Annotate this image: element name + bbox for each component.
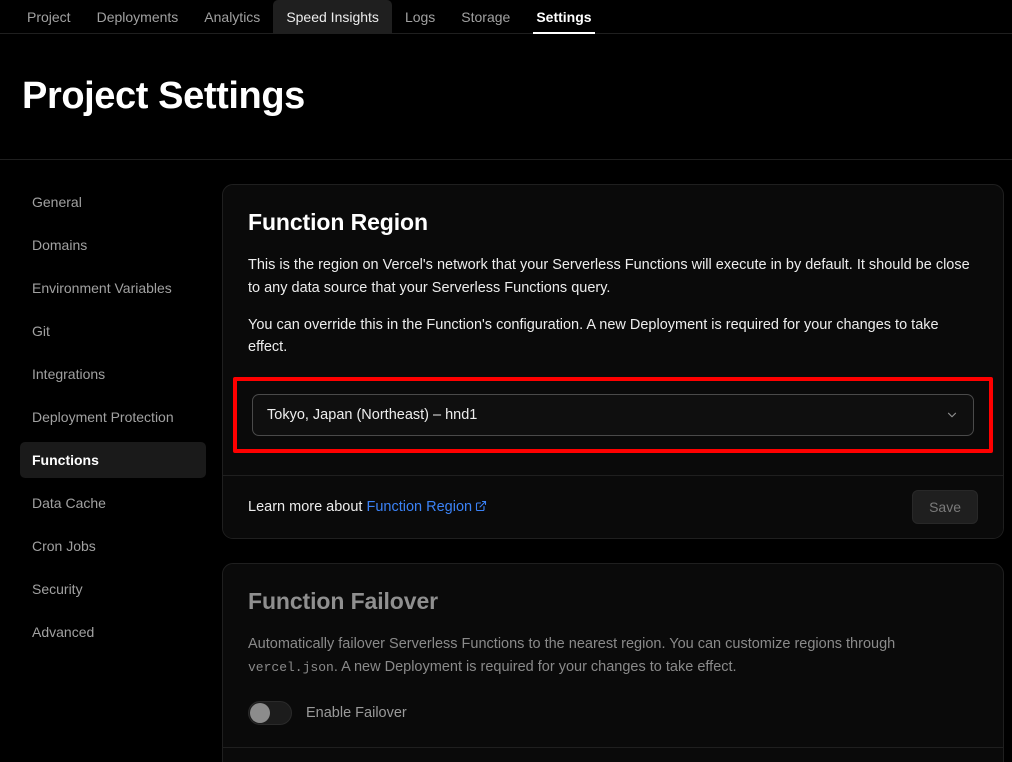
function-region-select-value: Tokyo, Japan (Northeast) – hnd1 [267,407,477,423]
nav-tab-label: Logs [405,9,435,25]
sidebar-item-label: Functions [32,452,99,468]
nav-tab-storage[interactable]: Storage [448,0,523,34]
settings-content: Function Region This is the region on Ve… [222,184,1012,762]
nav-tab-analytics[interactable]: Analytics [191,0,273,34]
enable-failover-label: Enable Failover [306,705,407,721]
sidebar-item-label: Cron Jobs [32,538,96,554]
function-region-doc-link[interactable]: Function Region [367,499,473,515]
sidebar-item-label: Advanced [32,624,94,640]
top-navigation-bar: Project Deployments Analytics Speed Insi… [0,0,1012,34]
sidebar-item-environment-variables[interactable]: Environment Variables [20,270,206,306]
nav-tab-label: Speed Insights [286,9,379,25]
function-region-description-1: This is the region on Vercel's network t… [248,254,978,300]
save-button[interactable]: Save [912,490,978,524]
page-title: Project Settings [22,75,305,118]
enable-failover-toggle[interactable] [248,701,292,725]
function-region-description-2: You can override this in the Function's … [248,314,978,360]
sidebar-item-label: General [32,194,82,210]
sidebar-item-label: Security [32,581,83,597]
nav-tab-speed-insights[interactable]: Speed Insights [273,0,392,34]
nav-tab-label: Analytics [204,9,260,25]
sidebar-item-cron-jobs[interactable]: Cron Jobs [20,528,206,564]
vercel-json-code: vercel.json [248,660,334,675]
nav-tab-label: Project [27,9,71,25]
settings-sidebar: General Domains Environment Variables Gi… [0,184,222,762]
page-header: Project Settings [0,34,1012,160]
function-region-card: Function Region This is the region on Ve… [222,184,1004,539]
function-failover-card-body: Function Failover Automatically failover… [223,564,1003,747]
sidebar-item-advanced[interactable]: Advanced [20,614,206,650]
failover-desc-part2: . A new Deployment is required for your … [334,659,737,675]
sidebar-item-deployment-protection[interactable]: Deployment Protection [20,399,206,435]
nav-tab-logs[interactable]: Logs [392,0,448,34]
toggle-knob [250,703,270,723]
sidebar-item-label: Git [32,323,50,339]
sidebar-item-label: Integrations [32,366,105,382]
sidebar-item-label: Deployment Protection [32,409,174,425]
function-region-card-body: Function Region This is the region on Ve… [223,185,1003,475]
nav-tab-label: Storage [461,9,510,25]
learn-more-prefix: Learn more about [248,499,367,515]
learn-more-text: Learn more about Function Region [248,499,487,516]
failover-desc-part1: Automatically failover Serverless Functi… [248,636,895,652]
sidebar-item-security[interactable]: Security [20,571,206,607]
highlight-box: Tokyo, Japan (Northeast) – hnd1 [233,377,993,453]
nav-tab-label: Deployments [97,9,179,25]
nav-tab-settings[interactable]: Settings [523,0,604,34]
sidebar-item-integrations[interactable]: Integrations [20,356,206,392]
function-region-select[interactable]: Tokyo, Japan (Northeast) – hnd1 [252,394,974,436]
sidebar-item-domains[interactable]: Domains [20,227,206,263]
enable-failover-row: Enable Failover [248,701,978,725]
function-failover-card: Function Failover Automatically failover… [222,563,1004,762]
external-link-icon[interactable] [475,500,487,516]
sidebar-item-git[interactable]: Git [20,313,206,349]
function-region-card-footer: Learn more about Function Region Save [223,475,1003,538]
nav-tab-deployments[interactable]: Deployments [84,0,192,34]
sidebar-item-label: Data Cache [32,495,106,511]
sidebar-item-label: Environment Variables [32,280,172,296]
sidebar-item-functions[interactable]: Functions [20,442,206,478]
chevron-down-icon [945,408,959,422]
function-failover-card-footer: This feature is Enterprise only. Contact… [223,747,1003,762]
page-body: General Domains Environment Variables Gi… [0,160,1012,762]
sidebar-item-label: Domains [32,237,87,253]
nav-tab-label: Settings [536,9,591,25]
sidebar-item-general[interactable]: General [20,184,206,220]
function-region-title: Function Region [248,209,978,236]
function-failover-description: Automatically failover Serverless Functi… [248,633,978,679]
sidebar-item-data-cache[interactable]: Data Cache [20,485,206,521]
nav-tab-project[interactable]: Project [14,0,84,34]
function-failover-title: Function Failover [248,588,978,615]
